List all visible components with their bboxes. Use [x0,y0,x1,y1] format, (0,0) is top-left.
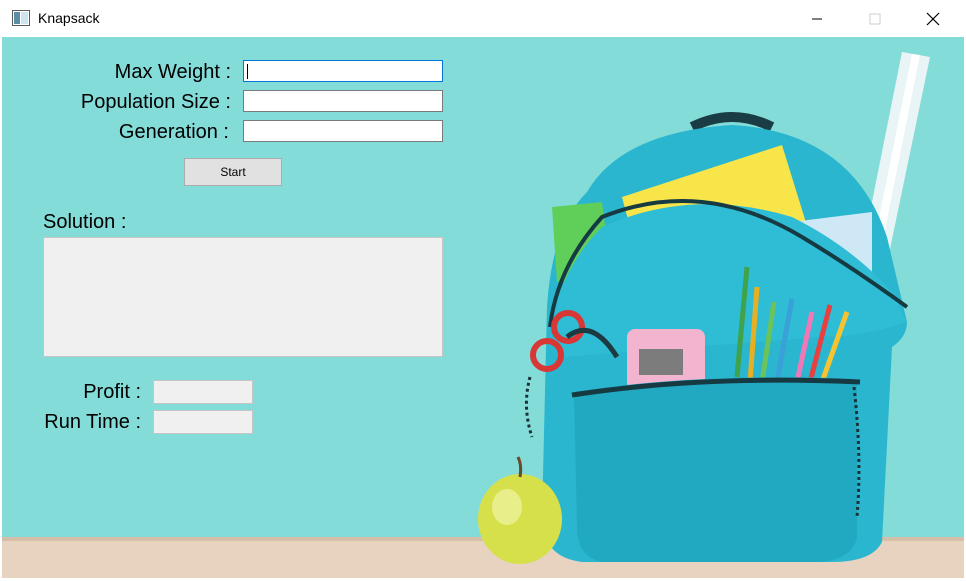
app-icon [12,10,30,26]
title-bar: Knapsack [0,0,966,37]
window-client-area: Max Weight : Population Size : Generatio… [2,37,964,578]
max-weight-label: Max Weight : [114,61,231,83]
population-size-input[interactable] [243,90,443,112]
maximize-icon [869,13,881,24]
start-button[interactable]: Start [184,158,282,186]
solution-output [43,237,443,357]
profit-output [153,380,253,404]
close-button[interactable] [904,0,962,37]
generation-label: Generation : [118,121,229,143]
profit-label: Profit : [83,381,141,403]
minimize-icon [812,18,822,19]
run-time-label: Run Time : [44,411,141,433]
solution-label: Solution : [43,211,127,233]
text-caret [247,64,248,79]
population-size-label: Population Size : [80,91,231,113]
close-icon [926,12,940,25]
max-weight-input[interactable] [243,60,443,82]
generation-input[interactable] [243,120,443,142]
run-time-output [153,410,253,434]
window-title: Knapsack [38,10,100,26]
maximize-button[interactable] [846,0,904,37]
minimize-button[interactable] [788,0,846,37]
